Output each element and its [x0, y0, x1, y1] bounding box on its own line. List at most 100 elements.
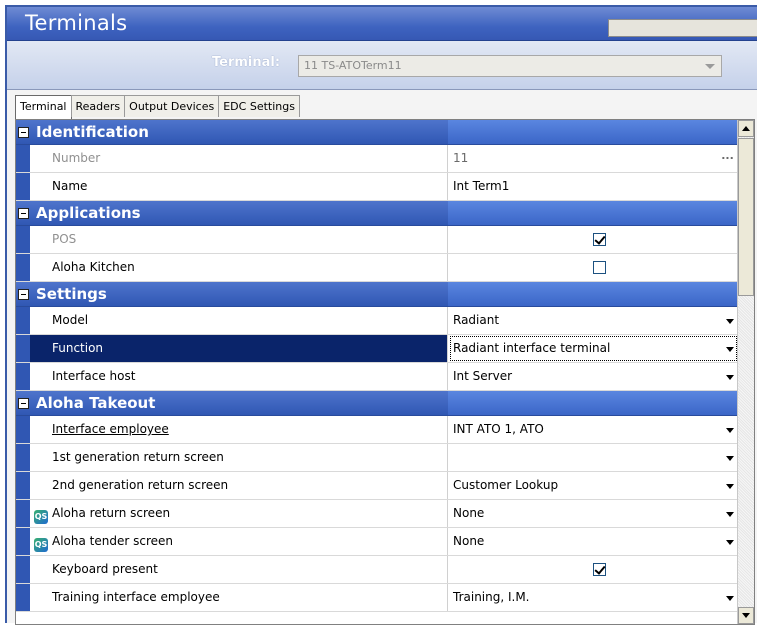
collapse-icon[interactable] [18, 208, 29, 219]
chevron-down-icon [705, 64, 715, 69]
terminal-selector-label: Terminal: [212, 55, 281, 70]
property-value-name[interactable]: Int Term1 [449, 173, 738, 200]
scroll-down-icon[interactable] [738, 607, 754, 624]
property-value-interface-employee[interactable]: INT ATO 1, ATO [449, 416, 738, 443]
row-gutter [16, 556, 30, 583]
dropdown-arrow-icon[interactable] [726, 319, 734, 324]
property-row-interface-employee[interactable]: Interface employee INT ATO 1, ATO [16, 416, 738, 444]
dropdown-arrow-icon[interactable] [726, 347, 734, 352]
collapse-icon[interactable] [18, 127, 29, 138]
row-gutter [16, 363, 30, 390]
property-row-function[interactable]: Function Radiant interface terminal [16, 335, 738, 363]
row-gutter [16, 472, 30, 499]
property-value-aloha-tender[interactable]: None [449, 528, 738, 555]
tab-readers[interactable]: Readers [70, 95, 126, 117]
row-gutter [16, 226, 30, 253]
property-grid: Identification Number 11 ... Name Int Te… [15, 119, 755, 625]
category-label: Identification [36, 123, 149, 141]
category-fill [448, 282, 738, 306]
dropdown-arrow-icon[interactable] [726, 456, 734, 461]
property-row-aloha-tender[interactable]: QS Aloha tender screen None [16, 528, 738, 556]
property-name: Function [30, 335, 448, 362]
quick-service-icon: QS [34, 510, 48, 524]
category-label: Aloha Takeout [36, 394, 156, 412]
row-gutter [16, 500, 30, 527]
title-bar-field [608, 19, 757, 37]
category-applications[interactable]: Applications [16, 201, 738, 226]
property-name: Interface employee [30, 416, 448, 443]
property-value-1st-gen-return[interactable] [449, 444, 738, 471]
dropdown-arrow-icon[interactable] [726, 596, 734, 601]
category-fill [448, 120, 738, 144]
tab-output-devices[interactable]: Output Devices [124, 95, 220, 117]
category-identification[interactable]: Identification [16, 120, 738, 145]
category-label: Settings [36, 285, 107, 303]
scroll-up-icon[interactable] [738, 120, 754, 137]
property-row-model[interactable]: Model Radiant [16, 307, 738, 335]
property-row-name[interactable]: Name Int Term1 [16, 173, 738, 201]
property-value-training-employee[interactable]: Training, I.M. [449, 584, 738, 611]
property-value: None [453, 534, 485, 548]
property-row-interface-host[interactable]: Interface host Int Server [16, 363, 738, 391]
property-value-aloha-kitchen [449, 254, 738, 281]
row-gutter [16, 335, 30, 362]
property-name: 1st generation return screen [30, 444, 448, 471]
row-gutter [16, 254, 30, 281]
property-row-number[interactable]: Number 11 ... [16, 145, 738, 173]
category-aloha-takeout[interactable]: Aloha Takeout [16, 391, 738, 416]
ellipsis-button[interactable]: ... [719, 149, 736, 168]
property-name: POS [30, 226, 448, 253]
property-name-text: Aloha tender screen [52, 534, 173, 548]
tab-edc-settings[interactable]: EDC Settings [218, 95, 300, 117]
row-gutter [16, 584, 30, 611]
dropdown-arrow-icon[interactable] [726, 428, 734, 433]
property-value: Training, I.M. [453, 590, 530, 604]
dropdown-arrow-icon[interactable] [726, 512, 734, 517]
property-row-1st-gen-return[interactable]: 1st generation return screen [16, 444, 738, 472]
row-gutter [16, 145, 30, 172]
property-value-number[interactable]: 11 ... [449, 145, 738, 172]
pos-checkbox[interactable] [593, 233, 606, 246]
property-value: Customer Lookup [453, 478, 559, 492]
property-row-keyboard-present[interactable]: Keyboard present [16, 556, 738, 584]
row-gutter [16, 416, 30, 443]
property-name: QS Aloha tender screen [30, 528, 448, 555]
property-row-training-employee[interactable]: Training interface employee Training, I.… [16, 584, 738, 612]
property-value: None [453, 506, 485, 520]
property-name-text: Aloha return screen [52, 506, 171, 520]
scroll-thumb[interactable] [738, 138, 754, 296]
category-label: Applications [36, 204, 141, 222]
property-value-keyboard-present [449, 556, 738, 583]
keyboard-present-checkbox[interactable] [593, 563, 606, 576]
property-name: Model [30, 307, 448, 334]
category-settings[interactable]: Settings [16, 282, 738, 307]
terminal-selector-dropdown[interactable]: 11 TS-ATOTerm11 [298, 55, 722, 77]
property-value: Radiant interface terminal [453, 341, 611, 355]
dropdown-arrow-icon[interactable] [726, 540, 734, 545]
property-name: Keyboard present [30, 556, 448, 583]
property-value-2nd-gen-return[interactable]: Customer Lookup [449, 472, 738, 499]
property-name: Aloha Kitchen [30, 254, 448, 281]
property-row-pos[interactable]: POS [16, 226, 738, 254]
aloha-kitchen-checkbox[interactable] [593, 261, 606, 274]
property-name: Training interface employee [30, 584, 448, 611]
property-row-2nd-gen-return[interactable]: 2nd generation return screen Customer Lo… [16, 472, 738, 500]
dropdown-arrow-icon[interactable] [726, 484, 734, 489]
terminals-window: Terminals Terminal: 11 TS-ATOTerm11 Term… [5, 5, 757, 625]
tab-strip: Terminal Readers Output Devices EDC Sett… [15, 95, 300, 119]
collapse-icon[interactable] [18, 398, 29, 409]
property-row-aloha-kitchen[interactable]: Aloha Kitchen [16, 254, 738, 282]
dropdown-arrow-icon[interactable] [726, 375, 734, 380]
row-gutter [16, 307, 30, 334]
property-value-aloha-return[interactable]: None [449, 500, 738, 527]
property-value-interface-host[interactable]: Int Server [449, 363, 738, 390]
collapse-icon[interactable] [18, 289, 29, 300]
property-value: Int Server [453, 369, 513, 383]
property-value-function[interactable]: Radiant interface terminal [449, 335, 738, 362]
property-value-model[interactable]: Radiant [449, 307, 738, 334]
vertical-scrollbar[interactable] [737, 120, 754, 624]
property-name-text: Interface employee [52, 422, 169, 436]
property-row-aloha-return[interactable]: QS Aloha return screen None [16, 500, 738, 528]
tab-terminal[interactable]: Terminal [15, 95, 72, 119]
terminal-selector-bar: Terminal: 11 TS-ATOTerm11 [7, 41, 757, 90]
